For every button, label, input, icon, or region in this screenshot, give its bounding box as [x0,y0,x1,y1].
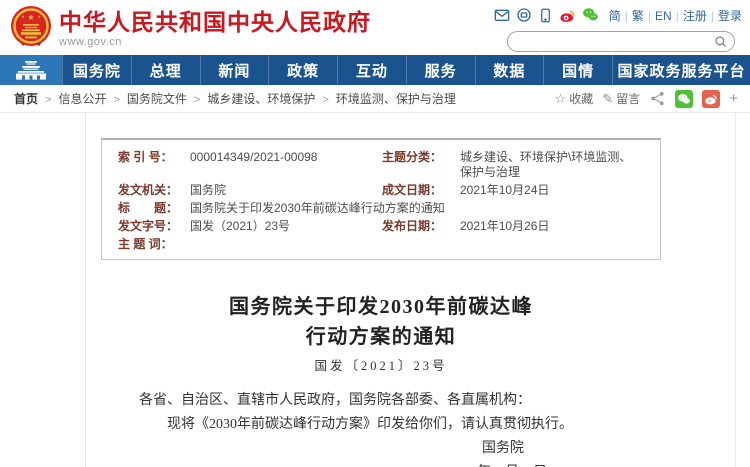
weibo-icon[interactable] [559,7,576,24]
message-board-icon[interactable] [516,7,532,24]
mobile-icon[interactable] [538,7,553,24]
main-nav: 国务院 总理 新闻 政策 互动 服务 数据 国情 国家政务服务平台 [0,55,750,85]
meta-value-written-date: 2021年10月24日 [460,181,644,199]
meta-label-doc-number: 发文字号： [118,217,190,235]
site-logo-link[interactable]: ★ ★ ★ 中华人民共和国中央人民政府 www.gov.cn [10,5,371,51]
nav-item-state-council[interactable]: 国务院 [62,55,131,85]
nav-item-news[interactable]: 新闻 [200,55,269,85]
mail-icon[interactable] [494,7,510,24]
site-header: ★ ★ ★ 中华人民共和国中央人民政府 www.gov.cn [0,0,750,55]
quick-icons: 简 | 繁 | EN | 注册 | 登录 [507,6,742,24]
site-url: www.gov.cn [59,36,371,48]
link-divider: | [676,9,679,23]
meta-row-title: 标 题： 国务院关于印发2030年前碳达峰行动方案的通知 [118,199,644,217]
favorite-label: 收藏 [569,90,593,107]
svg-text:★: ★ [21,14,25,19]
lang-links: 简 | 繁 | EN | 注册 | 登录 [609,7,742,24]
breadcrumb-urban-env[interactable]: 城乡建设、环境保护 [207,92,315,106]
nav-item-policy[interactable]: 政策 [268,55,337,85]
meta-label-written-date: 成文日期： [382,181,460,199]
document-number: 国发〔2021〕23号 [101,355,661,374]
breadcrumb-separator: > [45,94,51,106]
favorite-button[interactable]: ☆ 收藏 [555,90,594,107]
search-input[interactable] [518,33,714,50]
breadcrumb-home[interactable]: 首页 [14,92,38,106]
breadcrumb-info-disclosure[interactable]: 信息公开 [58,92,106,106]
site-title: 中华人民共和国中央人民政府 [59,9,371,35]
wechat-icon[interactable] [582,7,599,24]
login-link[interactable]: 登录 [718,9,742,23]
lang-english-link[interactable]: EN [655,9,672,23]
meta-value-keywords [190,235,644,253]
nav-home-tiananmen-icon[interactable] [0,55,62,85]
breadcrumb-state-council-documents[interactable]: 国务院文件 [127,92,187,106]
nav-item-gov-service-platform[interactable]: 国家政务服务平台 [612,55,750,85]
link-divider: | [648,9,651,23]
meta-label-index: 索 引 号： [118,148,190,181]
meta-row-issuer: 发文机关： 国务院 成文日期： 2021年10月24日 [118,181,644,199]
document-title-line1: 国务院关于印发2030年前碳达峰 [101,292,661,322]
gov-cn-page: ★ ★ ★ 中华人民共和国中央人民政府 www.gov.cn [0,0,750,467]
share-wechat-button[interactable] [675,90,693,108]
nav-item-services[interactable]: 服务 [406,55,475,85]
breadcrumb-env-monitoring[interactable]: 环境监测、保护与治理 [336,92,456,106]
document-text: 各省、自治区、直辖市人民政府，国务院各部委、各直属机构： 现将《2030年前碳达… [101,389,661,467]
search-box[interactable] [507,31,735,52]
meta-label-issuer: 发文机关： [118,181,190,199]
document-body: 国务院关于印发2030年前碳达峰 行动方案的通知 国发〔2021〕23号 各省、… [101,292,661,467]
search-icon[interactable] [714,35,728,49]
signature-date: 2021年10月24日 [139,461,623,467]
nav-item-national-conditions[interactable]: 国情 [543,55,612,85]
share-icon[interactable] [649,90,666,107]
comment-label: 留言 [616,90,640,107]
breadcrumb-separator: > [194,94,200,106]
logo-text: 中华人民共和国中央人民政府 www.gov.cn [59,9,371,48]
document-title: 国务院关于印发2030年前碳达峰 行动方案的通知 [101,292,661,352]
meta-label-topic: 主题分类： [382,148,460,181]
breadcrumb-row: 首页 > 信息公开 > 国务院文件 > 城乡建设、环境保护 > 环境监测、保护与治理 ☆ 收藏 … [0,85,750,113]
meta-value-doc-number: 国发（2021）23号 [190,217,382,235]
breadcrumb: 首页 > 信息公开 > 国务院文件 > 城乡建设、环境保护 > 环境监测、保护与治理 [14,90,456,107]
link-divider: | [625,9,628,23]
meta-value-topic: 城乡建设、环境保护\环境监测、保护与治理 [460,148,644,181]
svg-text:★: ★ [37,14,41,19]
nav-item-interaction[interactable]: 互动 [337,55,406,85]
more-share-button[interactable]: + [729,90,738,108]
document-title-line2: 行动方案的通知 [101,322,661,352]
meta-label-publish-date: 发布日期： [382,217,460,235]
signature-org: 国务院 [139,437,623,461]
nav-item-data[interactable]: 数据 [475,55,544,85]
paragraph-addressees: 各省、自治区、直辖市人民政府，国务院各部委、各直属机构： [139,389,623,413]
breadcrumb-separator: > [322,94,328,106]
nav-item-premier[interactable]: 总理 [131,55,200,85]
meta-value-index: 000014349/2021-00098 [190,148,382,181]
svg-text:★: ★ [27,13,34,22]
link-divider: | [711,9,714,23]
register-link[interactable]: 注册 [683,9,707,23]
breadcrumb-separator: > [113,94,119,106]
share-weibo-button[interactable] [702,90,720,108]
lang-traditional-link[interactable]: 繁 [632,9,644,23]
meta-label-keywords: 主 题 词： [118,235,190,253]
star-icon: ☆ [555,91,567,107]
meta-value-publish-date: 2021年10月26日 [460,217,644,235]
paragraph-notice: 现将《2030年前碳达峰行动方案》印发给你们，请认真贯彻执行。 [139,413,623,437]
national-emblem-icon: ★ ★ ★ [10,5,52,51]
document-meta-table: 索 引 号： 000014349/2021-00098 主题分类： 城乡建设、环… [101,138,661,260]
meta-row-keywords: 主 题 词： [118,235,644,253]
document-page: 索 引 号： 000014349/2021-00098 主题分类： 城乡建设、环… [85,113,736,467]
page-actions: ☆ 收藏 ✎ 留言 [555,90,738,108]
pencil-icon: ✎ [602,91,613,107]
meta-value-title: 国务院关于印发2030年前碳达峰行动方案的通知 [190,199,644,217]
meta-row-index: 索 引 号： 000014349/2021-00098 主题分类： 城乡建设、环… [118,148,644,181]
meta-value-issuer: 国务院 [190,181,382,199]
meta-label-title: 标 题： [118,199,190,217]
header-right: 简 | 繁 | EN | 注册 | 登录 [507,6,742,52]
meta-row-doc-number: 发文字号： 国发（2021）23号 发布日期： 2021年10月26日 [118,217,644,235]
comment-button[interactable]: ✎ 留言 [602,90,640,107]
lang-simplified-link[interactable]: 简 [609,9,621,23]
